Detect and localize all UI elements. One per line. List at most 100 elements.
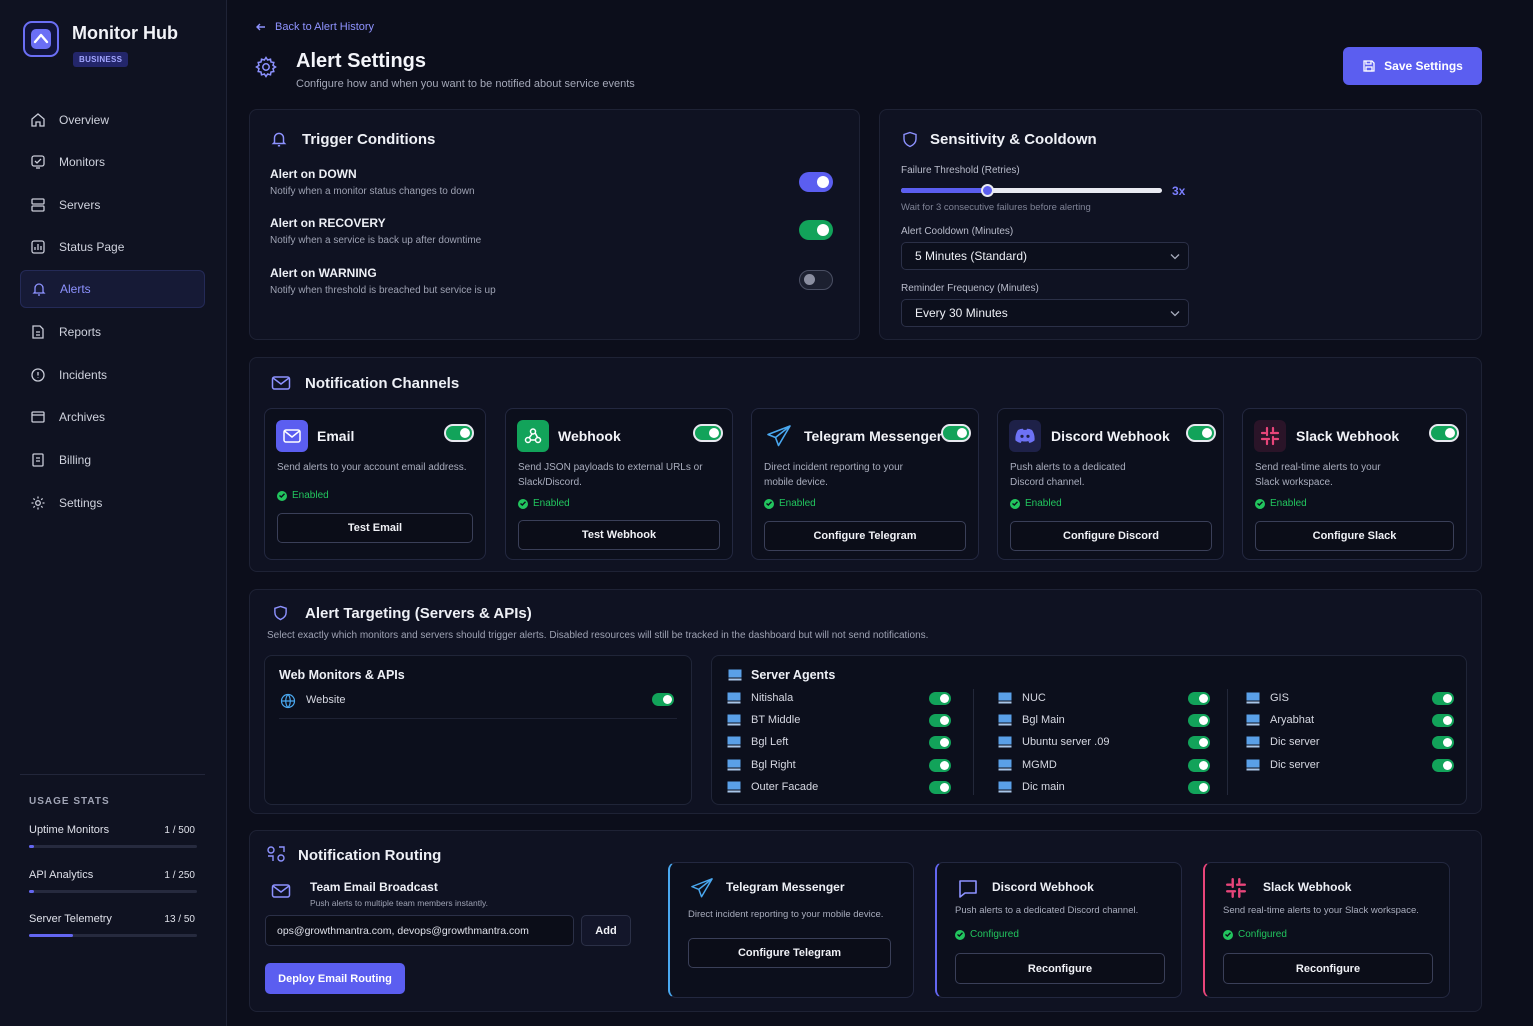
nav-billing[interactable]: Billing (20, 441, 205, 479)
nav-label: Settings (59, 496, 103, 510)
server-agent-toggle[interactable] (929, 780, 951, 794)
divider (279, 718, 677, 719)
configure-slack-button[interactable]: Configure Slack (1255, 521, 1454, 551)
usage-value: 1 / 500 (164, 825, 195, 836)
report-icon (32, 325, 44, 339)
configure-telegram-button[interactable]: Configure Telegram (764, 521, 966, 551)
email-toggle[interactable] (444, 424, 474, 442)
nav-label: Status Page (59, 240, 125, 254)
channel-name: Webhook (558, 428, 621, 444)
server-agent-toggle[interactable] (929, 758, 951, 772)
website-toggle[interactable] (652, 693, 674, 706)
desktop-icon (1246, 714, 1260, 726)
cooldown-select[interactable]: 5 Minutes (Standard) (901, 242, 1189, 270)
panel-title: Sensitivity & Cooldown (930, 131, 1097, 148)
nav-label: Alerts (60, 282, 91, 296)
telegram-toggle[interactable] (941, 424, 971, 442)
sensitivity-panel: Sensitivity & Cooldown Failure Threshold… (879, 109, 1482, 340)
nav-monitors[interactable]: Monitors (20, 143, 205, 181)
nav-alerts[interactable]: Alerts (20, 270, 205, 308)
save-label: Save Settings (1384, 59, 1463, 73)
nav-servers[interactable]: Servers (20, 186, 205, 224)
server-agent-row: MGMD (998, 757, 1210, 775)
server-agent-toggle[interactable] (929, 692, 951, 705)
server-agent-toggle[interactable] (1432, 714, 1454, 728)
reconfigure-discord-button[interactable]: Reconfigure (955, 953, 1165, 984)
server-agent-toggle[interactable] (1188, 780, 1210, 794)
divider (973, 689, 974, 795)
server-agent-row: Bgl Left (727, 734, 952, 752)
test-webhook-button[interactable]: Test Webhook (518, 520, 720, 550)
cooldown-label: Alert Cooldown (Minutes) (901, 226, 1014, 237)
server-agent-row: BT Middle (727, 712, 952, 730)
save-settings-button[interactable]: Save Settings (1343, 47, 1482, 85)
server-agent-toggle[interactable] (1188, 714, 1210, 728)
nav-settings[interactable]: Settings (20, 484, 205, 522)
deploy-email-routing-button[interactable]: Deploy Email Routing (265, 963, 405, 994)
usage-label: API Analytics (29, 869, 94, 881)
logo-icon (23, 21, 59, 57)
server-agent-label: Bgl Main (1022, 714, 1065, 727)
server-agent-label: Dic main (1022, 780, 1065, 793)
email-recipients-input[interactable]: ops@growthmantra.com, devops@growthmantr… (265, 915, 574, 946)
configure-telegram-button[interactable]: Configure Telegram (688, 938, 891, 968)
desktop-icon (998, 759, 1012, 771)
nav-archives[interactable]: Archives (20, 398, 205, 436)
check-circle-icon (955, 929, 965, 940)
panel-title: Notification Channels (305, 375, 460, 392)
server-agent-row: GIS (1246, 690, 1454, 708)
server-agent-toggle[interactable] (929, 736, 951, 750)
reminder-select[interactable]: Every 30 Minutes (901, 299, 1189, 327)
usage-bar (29, 890, 197, 893)
server-agent-toggle[interactable] (1188, 736, 1210, 750)
server-icon (31, 198, 45, 212)
configure-discord-button[interactable]: Configure Discord (1010, 521, 1212, 551)
slack-toggle[interactable] (1429, 424, 1459, 442)
threshold-value: 3x (1172, 184, 1186, 198)
nav-incidents[interactable]: Incidents (20, 356, 205, 394)
server-agent-label: BT Middle (751, 714, 801, 727)
server-agent-row: Outer Facade (727, 779, 952, 797)
channel-name: Discord Webhook (1051, 428, 1170, 444)
server-agent-toggle[interactable] (1432, 736, 1454, 750)
nav-label: Archives (59, 410, 106, 424)
alert-down-toggle[interactable] (799, 172, 833, 192)
channel-card-discord: Discord Webhook Push alerts to a dedicat… (997, 408, 1224, 560)
channel-desc: Send real-time alerts to your Slack work… (1255, 462, 1381, 488)
cooldown-value: 5 Minutes (Standard) (915, 249, 1028, 263)
web-monitors-box: Web Monitors & APIs Website (264, 655, 692, 805)
add-email-button[interactable]: Add (581, 915, 631, 946)
desktop-icon (998, 781, 1012, 793)
routing-card-name: Telegram Messenger (726, 880, 845, 894)
chevron-down-icon (1170, 311, 1180, 317)
bell-icon (32, 283, 46, 296)
settings-gear-icon (255, 56, 277, 78)
channel-status: Enabled (1255, 498, 1307, 509)
panel-title: Alert Targeting (Servers & APIs) (305, 605, 532, 622)
nav-overview[interactable]: Overview (20, 101, 205, 139)
nav-reports[interactable]: Reports (20, 313, 205, 351)
gear-icon (31, 496, 45, 510)
reconfigure-slack-button[interactable]: Reconfigure (1223, 953, 1433, 984)
test-email-button[interactable]: Test Email (277, 513, 473, 543)
desktop-icon (727, 692, 741, 704)
nav-status-page[interactable]: Status Page (20, 228, 205, 266)
server-agent-toggle[interactable] (1188, 758, 1210, 772)
server-agent-toggle[interactable] (1432, 758, 1454, 772)
back-link[interactable]: Back to Alert History (255, 21, 374, 33)
plan-badge: BUSINESS (73, 52, 129, 67)
alert-warning-toggle[interactable] (799, 270, 833, 290)
alert-recovery-toggle[interactable] (799, 220, 833, 240)
threshold-slider[interactable] (901, 184, 1162, 197)
page-title: Alert Settings (296, 50, 427, 72)
usage-label: Server Telemetry (29, 913, 112, 925)
desktop-icon (1246, 692, 1260, 704)
server-agent-toggle[interactable] (1188, 692, 1210, 705)
server-agent-toggle[interactable] (929, 714, 951, 728)
webhook-toggle[interactable] (693, 424, 723, 442)
web-monitor-label: Website (306, 694, 346, 706)
usage-bar (29, 934, 197, 937)
discord-toggle[interactable] (1186, 424, 1216, 442)
server-agents-title: Server Agents (751, 668, 836, 682)
server-agent-toggle[interactable] (1432, 692, 1454, 705)
